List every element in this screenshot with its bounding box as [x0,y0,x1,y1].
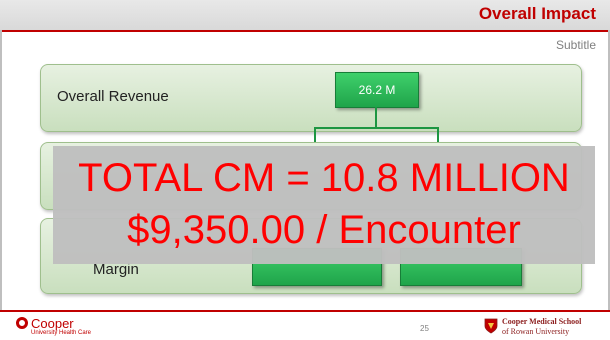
slide: Overall Impact Subtitle Overall Revenue … [0,0,610,340]
bar-label-overall-revenue: Overall Revenue [57,88,169,105]
overlay-total-cm: TOTAL CM = 10.8 MILLION [78,156,570,200]
left-border [0,30,2,310]
summary-overlay: TOTAL CM = 10.8 MILLION $9,350.00 / Enco… [53,146,595,264]
slide-title: Overall Impact [478,4,596,23]
slide-subtitle: Subtitle [555,38,596,52]
cooper-logo-sub: University Health Care [31,330,92,336]
school-name: Cooper Medical School [502,317,582,326]
node-overall-revenue: 26.2 M [335,72,419,108]
footer-divider [0,310,610,312]
connector-horizontal [314,127,439,129]
title-bar: Overall Impact [0,0,610,30]
page-number: 25 [420,324,429,333]
title-divider [0,30,610,32]
cooper-logo: Cooper University Health Care [16,316,126,338]
cooper-c-icon [16,317,28,329]
shield-icon [484,318,498,334]
overlay-per-encounter: $9,350.00 / Encounter [127,208,521,252]
cooper-logo-name: Cooper [31,316,74,331]
school-subtitle: of Rowan University [502,327,570,336]
connector-vertical [375,107,377,127]
cmsru-logo: Cooper Medical School of Rowan Universit… [484,316,604,338]
bar-overall-revenue: Overall Revenue [40,64,582,132]
